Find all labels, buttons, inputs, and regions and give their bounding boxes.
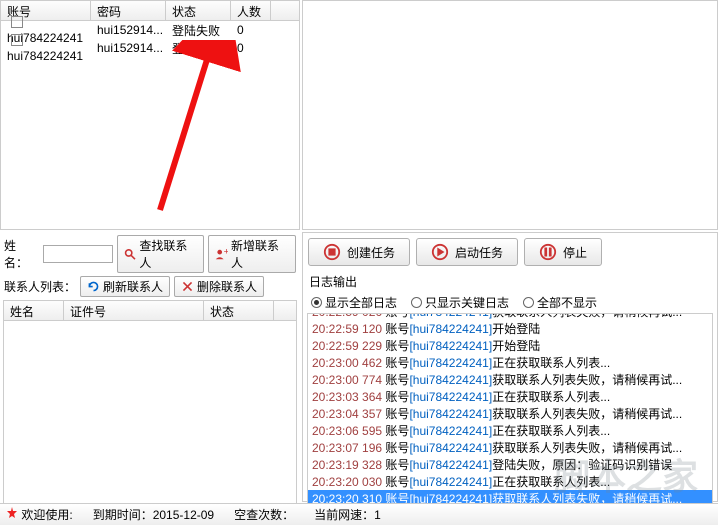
log-line[interactable]: 20:23:00 462 账号[hui784224241]正在获取联系人列表..… — [308, 354, 712, 371]
log-line[interactable]: 20:22:59 229 账号[hui784224241]开始登陆 — [308, 337, 712, 354]
radio-icon — [311, 297, 322, 308]
status-bar: 欢迎使用: 到期时间：2015-12-09 空查次数： 当前网速：1 — [0, 503, 718, 525]
log-line[interactable]: 20:23:00 774 账号[hui784224241]获取联系人列表失败，请… — [308, 371, 712, 388]
accounts-table: 账号 密码 状态 人数 hui784224241hui152914...登陆失败… — [0, 0, 300, 230]
watermark: 脚本之家 — [554, 448, 698, 500]
col-id[interactable]: 证件号 — [64, 301, 204, 320]
pause-icon — [539, 243, 557, 261]
net-label: 当前网速： — [314, 508, 374, 522]
refresh-contact-button[interactable]: 刷新联系人 — [80, 276, 170, 297]
welcome-text: 欢迎使用: — [21, 508, 72, 522]
radio-show-key[interactable]: 只显示关键日志 — [411, 294, 509, 311]
log-line[interactable]: 20:22:59 026 账号[hui784224241]获取联系人列表失败，请… — [308, 313, 712, 320]
play-icon — [431, 243, 449, 261]
right-panel — [302, 0, 718, 230]
col-status2[interactable]: 状态 — [204, 301, 274, 320]
refresh-icon — [87, 280, 100, 293]
search-icon — [124, 248, 137, 261]
col-password[interactable]: 密码 — [91, 1, 166, 20]
radio-show-all[interactable]: 显示全部日志 — [311, 294, 397, 311]
radio-icon — [411, 297, 422, 308]
name-input[interactable] — [43, 245, 113, 263]
empty-label: 空查次数： — [234, 506, 294, 523]
radio-show-none[interactable]: 全部不显示 — [523, 294, 597, 311]
find-contact-button[interactable]: 查找联系人 — [117, 235, 205, 273]
col-status[interactable]: 状态 — [166, 1, 231, 20]
add-contact-button[interactable]: +新增联系人 — [208, 235, 296, 273]
star-icon — [6, 507, 18, 519]
time-label: 到期时间： — [93, 508, 153, 522]
table-row[interactable]: hui784224241hui152914...登陆失败0 — [1, 39, 299, 57]
col-name[interactable]: 姓名 — [4, 301, 64, 320]
name-label: 姓名： — [4, 237, 39, 271]
start-task-button[interactable]: 启动任务 — [416, 238, 518, 266]
add-user-icon: + — [215, 248, 228, 261]
log-line[interactable]: 20:23:04 357 账号[hui784224241]获取联系人列表失败，请… — [308, 405, 712, 422]
log-line[interactable]: 20:22:59 120 账号[hui784224241]开始登陆 — [308, 320, 712, 337]
delete-contact-button[interactable]: 删除联系人 — [174, 276, 264, 297]
stop-task-button[interactable]: 停止 — [524, 238, 602, 266]
svg-text:+: + — [224, 248, 228, 257]
checkbox[interactable] — [11, 16, 23, 28]
log-line[interactable]: 20:23:03 364 账号[hui784224241]正在获取联系人列表..… — [308, 388, 712, 405]
col-count[interactable]: 人数 — [231, 1, 271, 20]
delete-icon — [181, 280, 194, 293]
create-task-button[interactable]: 创建任务 — [308, 238, 410, 266]
radio-icon — [523, 297, 534, 308]
log-title: 日志输出 — [303, 271, 717, 292]
left-controls: 姓名： 查找联系人 +新增联系人 联系人列表： 刷新联系人 删除联系人 姓名 证… — [0, 232, 300, 502]
contacts-table: 姓名 证件号 状态 — [3, 300, 297, 512]
create-icon — [323, 243, 341, 261]
checkbox[interactable] — [11, 34, 23, 46]
contacts-label: 联系人列表： — [4, 278, 76, 295]
time-value: 2015-12-09 — [153, 508, 214, 522]
net-value: 1 — [374, 508, 381, 522]
log-line[interactable]: 20:23:06 595 账号[hui784224241]正在获取联系人列表..… — [308, 422, 712, 439]
